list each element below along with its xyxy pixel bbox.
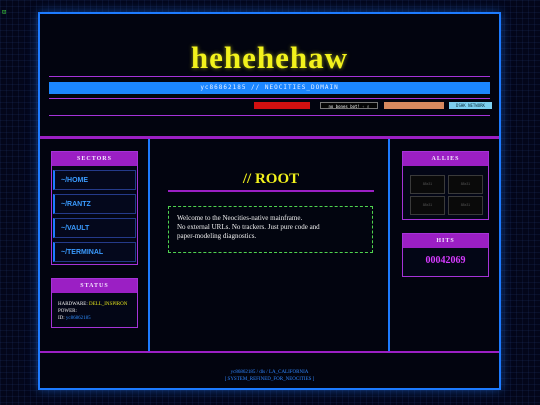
id-value: yc86862185 <box>65 316 91 321</box>
header-divider <box>40 136 499 139</box>
nav-home-link[interactable]: ~/HOME <box>53 170 136 190</box>
status-panel: STATUS HARDWARE: DELL_INSPIRON POWER: ID… <box>51 278 138 328</box>
welcome-line-2: No external URLs. No trackers. Just pure… <box>177 223 320 231</box>
welcome-terminal-box: Welcome to the Neocities-native mainfram… <box>168 206 373 253</box>
ally-button-4[interactable]: 88x31 <box>448 196 483 215</box>
left-column-divider <box>148 139 150 351</box>
welcome-line-3: paper-modeling diagnostics. <box>177 232 257 240</box>
footer-line-2: [ SYSTEM_REFINED_FOR_NEOCITIES ] <box>224 377 315 382</box>
sectors-panel: SECTORS ~/HOME ~/RANTZ ~/VAULT ~/TERMINA… <box>51 151 138 265</box>
main-frame: hehehehaw yc86862185 // NEOCITIES_DOMAIN… <box>38 12 501 390</box>
footer-line-1: yc86862185 / dls / LA_CALIFORNIA <box>230 370 309 375</box>
web-badge-no-bones-bot[interactable]: no bones bot! ◦ ▯ <box>320 102 378 109</box>
hit-counter-value: 00042069 <box>425 255 466 266</box>
header-rule-middle <box>49 98 490 99</box>
status-hardware-row: HARDWARE: DELL_INSPIRON <box>58 301 131 308</box>
header-rule-bottom <box>49 115 490 116</box>
page-heading: // ROOT <box>242 171 300 187</box>
web-badge-3[interactable] <box>384 102 444 109</box>
heading-underline <box>168 190 374 192</box>
status-title: STATUS <box>52 279 137 293</box>
ally-button-3[interactable]: 88x31 <box>410 196 445 215</box>
nav-vault-link[interactable]: ~/VAULT <box>53 218 136 238</box>
nav-rantz-link[interactable]: ~/RANTZ <box>53 194 136 214</box>
footer-divider <box>40 351 499 353</box>
web-badge-dshk-network[interactable]: DSHK NETWORK <box>449 102 492 109</box>
allies-title: ALLIES <box>403 152 488 166</box>
nav-terminal-link[interactable]: ~/TERMINAL <box>53 242 136 262</box>
corner-icon: ⊡ <box>2 8 7 16</box>
header-rule-top <box>49 76 490 77</box>
status-id-row: ID: yc86862185 <box>58 315 131 322</box>
power-label: POWER: <box>58 309 77 314</box>
welcome-line-1: Welcome to the Neocities-native mainfram… <box>177 214 303 222</box>
site-title: hehehehaw <box>190 40 349 75</box>
web-badge-1[interactable] <box>254 102 310 109</box>
id-label: ID: <box>58 316 65 321</box>
status-power-row: POWER: <box>58 308 131 315</box>
hits-title: HITS <box>403 234 488 248</box>
domain-subtitle-bar: yc86862185 // NEOCITIES_DOMAIN <box>49 82 490 94</box>
hardware-value: DELL_INSPIRON <box>88 302 128 307</box>
badge-row: no bones bot! ◦ ▯ DSHK NETWORK <box>40 102 499 110</box>
hardware-label: HARDWARE: <box>58 302 88 307</box>
allies-panel: ALLIES 88x31 88x31 88x31 88x31 <box>402 151 489 220</box>
hits-panel: HITS 00042069 <box>402 233 489 277</box>
footer: yc86862185 / dls / LA_CALIFORNIA [ SYSTE… <box>40 369 499 383</box>
ally-button-2[interactable]: 88x31 <box>448 175 483 194</box>
allies-grid: 88x31 88x31 88x31 88x31 <box>410 175 483 215</box>
ally-button-1[interactable]: 88x31 <box>410 175 445 194</box>
status-body: HARDWARE: DELL_INSPIRON POWER: ID: yc868… <box>52 293 137 330</box>
sectors-title: SECTORS <box>52 152 137 166</box>
right-column-divider <box>388 139 390 351</box>
